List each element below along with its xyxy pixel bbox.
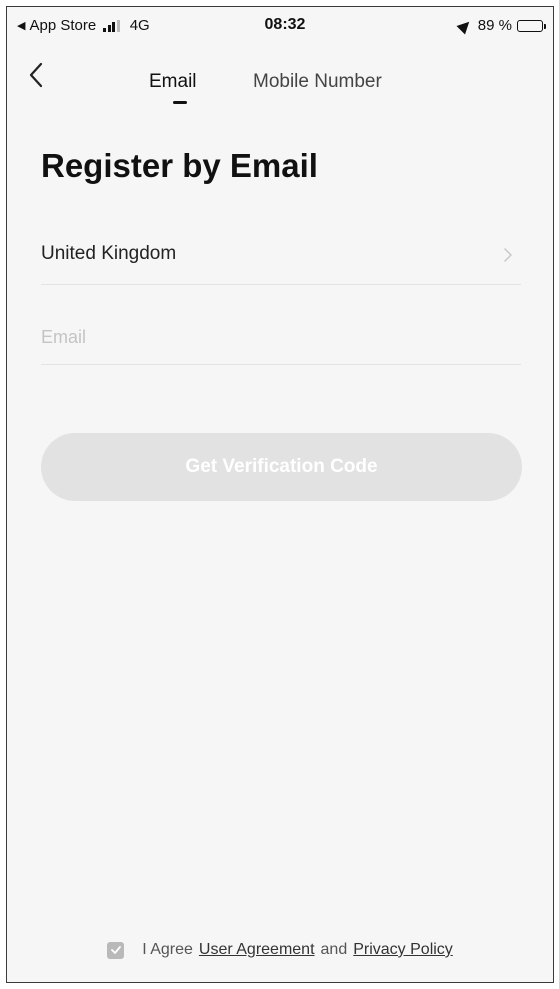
country-value: United Kingdom [41,243,177,264]
agreement-prefix: I Agree [142,941,193,958]
email-input[interactable] [41,317,521,357]
active-tab-indicator [173,101,187,104]
phone-screen: ◀ App Store 4G 08:32 89 % Email Mobile N… [6,6,554,983]
back-button[interactable] [27,61,57,97]
country-selector[interactable]: United Kingdom [41,229,521,285]
status-bar: ◀ App Store 4G 08:32 89 % [7,7,553,47]
location-arrow-icon [456,17,474,34]
status-bar-right: 89 % [456,17,546,34]
chevron-right-icon [504,248,512,262]
battery-cap [544,23,546,29]
battery-icon [517,19,546,32]
get-verification-code-button[interactable]: Get Verification Code [41,433,522,501]
privacy-policy-link[interactable]: Privacy Policy [353,941,453,959]
agreement-row: I Agree User Agreement and Privacy Polic… [7,941,553,959]
page-title: Register by Email [41,147,318,184]
battery-percent: 89 % [477,17,512,34]
agree-checkbox[interactable] [107,941,125,959]
agreement-conjunction: and [320,941,348,958]
user-agreement-link[interactable]: User Agreement [199,941,315,959]
top-navigation: Email Mobile Number [7,51,553,111]
checkmark-icon [110,946,121,954]
tab-email[interactable]: Email [149,71,197,93]
chevron-left-icon [29,62,43,88]
email-field-row [41,309,521,365]
tab-mobile-number[interactable]: Mobile Number [253,71,382,93]
